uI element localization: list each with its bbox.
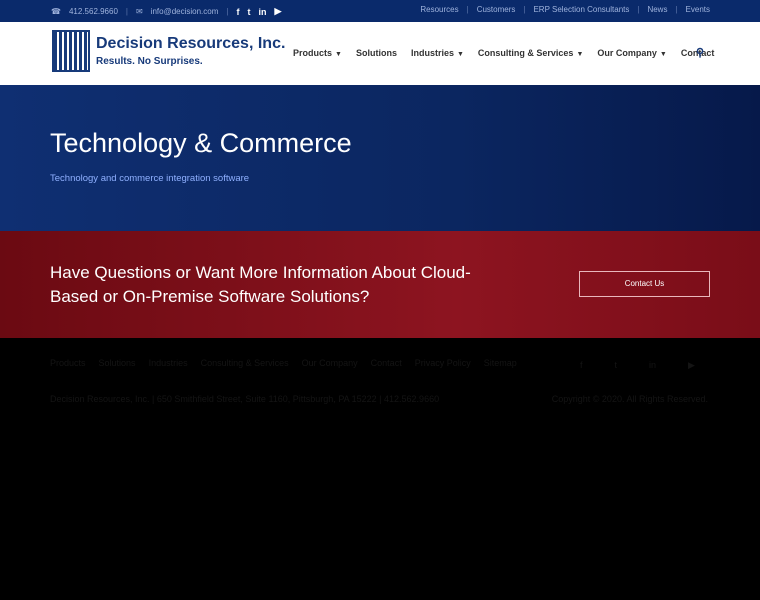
caret-down-icon: ▼ [456, 51, 464, 58]
nav-consulting[interactable]: Consulting & Services ▼ [478, 48, 583, 58]
top-link-events[interactable]: Events [686, 5, 710, 14]
main-nav: Products ▼ Solutions Industries ▼ Consulti… [293, 48, 714, 58]
contact-us-button[interactable]: Contact Us [579, 271, 710, 297]
youtube-icon[interactable]: ▶ [274, 6, 281, 17]
footer-youtube-icon[interactable]: ▶ [688, 360, 695, 371]
footer-copyright: Copyright © 2020. All Rights Reserved. [551, 394, 708, 404]
cta-banner: Have Questions or Want More Information … [0, 231, 760, 338]
caret-down-icon: ▼ [659, 51, 667, 58]
logo-maze-icon [52, 30, 90, 72]
hero: Technology & Commerce Technology and com… [0, 85, 760, 231]
footer-address: Decision Resources, Inc. | 650 Smithfiel… [50, 394, 440, 404]
search-icon[interactable]: ⚲ [696, 46, 704, 59]
twitter-icon[interactable]: t [247, 7, 250, 17]
logo-name: Decision Resources, Inc. [96, 35, 286, 52]
nav-products[interactable]: Products ▼ [293, 48, 342, 58]
email-link[interactable]: info@decision.com [151, 7, 219, 16]
footer-twitter-icon[interactable]: t [615, 360, 618, 371]
caret-down-icon: ▼ [576, 51, 584, 58]
phone-icon: ☎ [51, 7, 61, 16]
footer-link-consulting[interactable]: Consulting & Services [201, 358, 289, 368]
divider: | [125, 7, 128, 16]
footer-link-privacy[interactable]: Privacy Policy [415, 358, 471, 368]
top-link-resources[interactable]: Resources [420, 5, 458, 14]
footer-link-products[interactable]: Products [50, 358, 86, 368]
footer-facebook-icon[interactable]: f [580, 360, 583, 371]
nav-our-company[interactable]: Our Company ▼ [597, 48, 666, 58]
logo-tagline: Results. No Surprises. [96, 56, 203, 67]
page-subtitle: Technology and commerce integration soft… [50, 173, 250, 184]
logo[interactable]: Decision Resources, Inc. Results. No Sur… [52, 30, 285, 72]
footer-link-sitemap[interactable]: Sitemap [484, 358, 517, 368]
divider: | [226, 7, 229, 16]
footer-link-company[interactable]: Our Company [302, 358, 358, 368]
top-bar: ☎ 412.562.9660 | ✉ info@decision.com | f… [0, 0, 760, 22]
page-title: Technology & Commerce [50, 128, 352, 158]
footer-link-solutions[interactable]: Solutions [99, 358, 136, 368]
footer-link-contact[interactable]: Contact [371, 358, 402, 368]
linkedin-icon[interactable]: in [258, 7, 266, 17]
mail-icon: ✉ [135, 7, 143, 16]
top-link-erp[interactable]: ERP Selection Consultants [533, 5, 629, 14]
nav-industries[interactable]: Industries ▼ [411, 48, 464, 58]
phone-link[interactable]: 412.562.9660 [69, 7, 118, 16]
footer-linkedin-icon[interactable]: in [649, 360, 656, 371]
nav-solutions[interactable]: Solutions [356, 48, 397, 58]
facebook-icon[interactable]: f [236, 7, 239, 17]
top-link-customers[interactable]: Customers [477, 5, 516, 14]
top-link-news[interactable]: News [647, 5, 667, 14]
footer-link-industries[interactable]: Industries [149, 358, 188, 368]
caret-down-icon: ▼ [335, 51, 342, 58]
cta-heading: Have Questions or Want More Information … [50, 263, 471, 306]
header: Decision Resources, Inc. Results. No Sur… [0, 22, 760, 85]
